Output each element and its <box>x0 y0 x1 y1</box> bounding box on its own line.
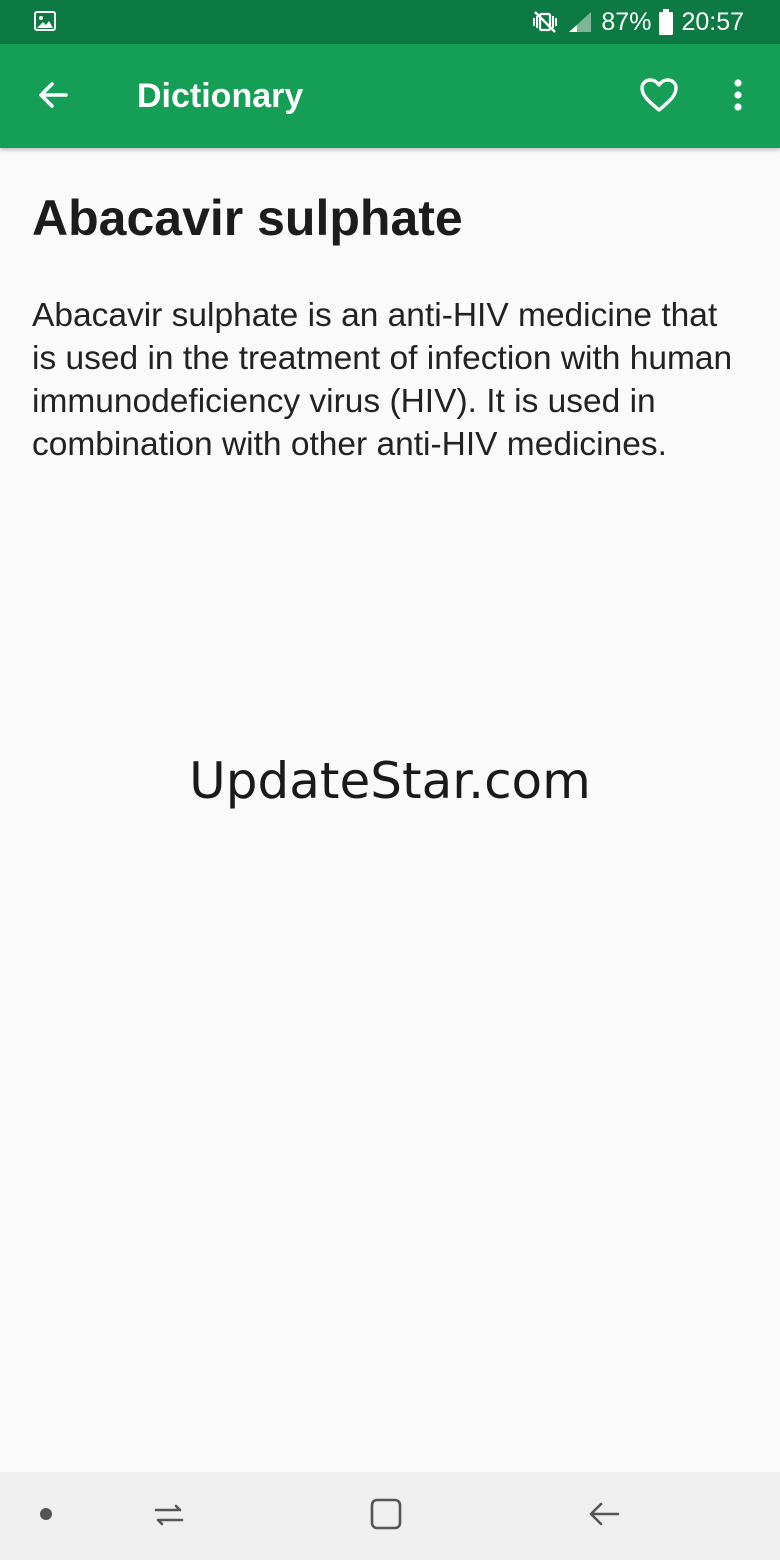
more-vert-icon <box>733 78 743 117</box>
back-arrow-icon <box>36 78 70 117</box>
status-bar: 87% 20:57 <box>0 0 780 44</box>
watermark: UpdateStar.com <box>189 752 591 810</box>
nav-back-button[interactable] <box>582 1494 626 1538</box>
back-button[interactable] <box>28 72 78 122</box>
favorite-button[interactable] <box>632 70 686 124</box>
navigation-bar <box>0 1472 780 1560</box>
heart-outline-icon <box>639 77 679 118</box>
signal-icon <box>567 10 593 34</box>
battery-icon <box>659 9 674 35</box>
term-title: Abacavir sulphate <box>32 190 463 246</box>
app-title: Dictionary <box>137 77 304 115</box>
back-icon <box>586 1499 622 1534</box>
more-options-button[interactable] <box>716 70 760 124</box>
home-icon <box>368 1496 404 1537</box>
screen: 87% 20:57 Dictionary Abacavir sulphate A… <box>0 0 780 1560</box>
clock: 20:57 <box>681 7 744 36</box>
status-indicators: 87% 20:57 <box>531 0 744 44</box>
battery-percent: 87% <box>601 7 652 36</box>
vibrate-mute-icon <box>531 10 559 34</box>
term-definition: Abacavir sulphate is an anti-HIV medicin… <box>32 297 733 463</box>
app-bar: Dictionary <box>0 44 780 148</box>
nav-dot-button[interactable] <box>24 1494 68 1538</box>
recent-apps-icon <box>152 1499 186 1534</box>
image-notification-icon <box>34 11 56 31</box>
recent-apps-button[interactable] <box>147 1494 191 1538</box>
home-button[interactable] <box>364 1494 408 1538</box>
dot-icon <box>39 1507 53 1526</box>
dictionary-entry: Abacavir sulphate Abacavir sulphate is a… <box>32 150 748 466</box>
